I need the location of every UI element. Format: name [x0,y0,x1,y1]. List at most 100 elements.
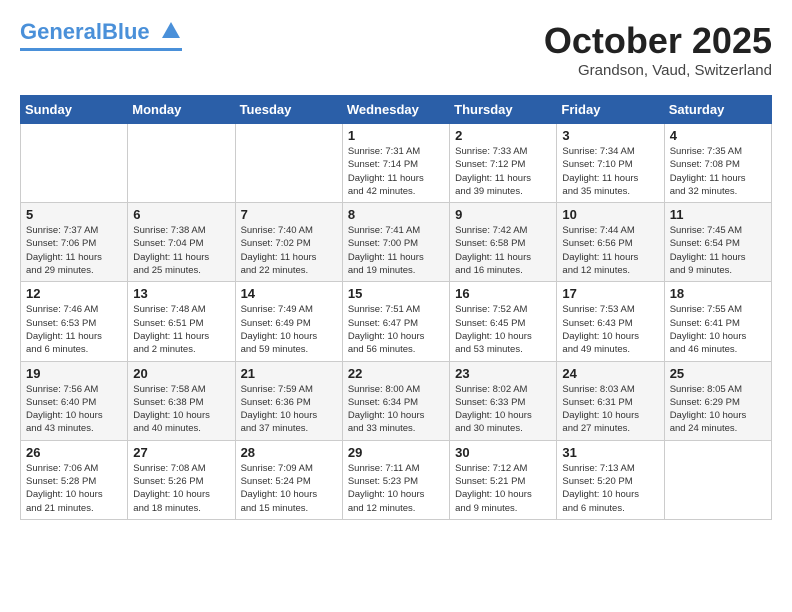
calendar-cell [21,124,128,203]
calendar-cell: 28Sunrise: 7:09 AMSunset: 5:24 PMDayligh… [235,440,342,519]
calendar-cell: 14 Sunrise: 7:49 AMSunset: 6:49 PMDayligh… [235,282,342,361]
calendar-cell: 23 Sunrise: 8:02 AMSunset: 6:33 PMDayligh… [450,361,557,440]
day-header-saturday: Saturday [664,96,771,124]
day-info: Sunrise: 7:49 AMSunset: 6:49 PMDaylight:… [241,303,337,356]
calendar-cell: 6 Sunrise: 7:38 AMSunset: 7:04 PMDaylight… [128,203,235,282]
day-info: Sunrise: 8:05 AMSunset: 6:29 PMDaylight:… [670,383,766,436]
day-number: 16 [455,286,551,301]
calendar-cell: 24Sunrise: 8:03 AMSunset: 6:31 PMDayligh… [557,361,664,440]
day-number: 21 [241,366,337,381]
calendar-cell: 8Sunrise: 7:41 AMSunset: 7:00 PMDaylight… [342,203,449,282]
day-number: 5 [26,207,122,222]
day-info: Sunrise: 7:33 AMSunset: 7:12 PMDaylight:… [455,145,551,198]
day-number: 8 [348,207,444,222]
day-header-friday: Friday [557,96,664,124]
day-number: 6 [133,207,229,222]
calendar-cell: 12Sunrise: 7:46 AMSunset: 6:53 PMDayligh… [21,282,128,361]
calendar-cell: 2 Sunrise: 7:33 AMSunset: 7:12 PMDaylight… [450,124,557,203]
day-number: 12 [26,286,122,301]
calendar-cell [128,124,235,203]
calendar-cell: 3 Sunrise: 7:34 AMSunset: 7:10 PMDaylight… [557,124,664,203]
calendar-cell: 22 Sunrise: 8:00 AMSunset: 6:34 PMDayligh… [342,361,449,440]
day-number: 20 [133,366,229,381]
logo-blue: Blue [102,19,150,44]
calendar-week-2: 5Sunrise: 7:37 AMSunset: 7:06 PMDaylight… [21,203,772,282]
day-info: Sunrise: 7:08 AMSunset: 5:26 PMDaylight:… [133,462,229,515]
day-header-thursday: Thursday [450,96,557,124]
calendar-cell: 21 Sunrise: 7:59 AMSunset: 6:36 PMDayligh… [235,361,342,440]
day-number: 13 [133,286,229,301]
day-info: Sunrise: 7:42 AMSunset: 6:58 PMDaylight:… [455,224,551,277]
day-number: 27 [133,445,229,460]
day-info: Sunrise: 7:48 AMSunset: 6:51 PMDaylight:… [133,303,229,356]
day-number: 17 [562,286,658,301]
calendar-cell: 1 Sunrise: 7:31 AMSunset: 7:14 PMDaylight… [342,124,449,203]
calendar-cell: 19 Sunrise: 7:56 AMSunset: 6:40 PMDayligh… [21,361,128,440]
day-number: 11 [670,207,766,222]
day-info: Sunrise: 7:55 AMSunset: 6:41 PMDaylight:… [670,303,766,356]
day-info: Sunrise: 7:06 AMSunset: 5:28 PMDaylight:… [26,462,122,515]
day-info: Sunrise: 7:44 AMSunset: 6:56 PMDaylight:… [562,224,658,277]
day-info: Sunrise: 7:31 AMSunset: 7:14 PMDaylight:… [348,145,444,198]
day-number: 23 [455,366,551,381]
day-info: Sunrise: 8:00 AMSunset: 6:34 PMDaylight:… [348,383,444,436]
day-header-wednesday: Wednesday [342,96,449,124]
day-number: 22 [348,366,444,381]
logo-general: General [20,19,102,44]
calendar-cell [664,440,771,519]
day-number: 30 [455,445,551,460]
day-info: Sunrise: 7:51 AMSunset: 6:47 PMDaylight:… [348,303,444,356]
calendar-cell: 27 Sunrise: 7:08 AMSunset: 5:26 PMDayligh… [128,440,235,519]
day-info: Sunrise: 7:59 AMSunset: 6:36 PMDaylight:… [241,383,337,436]
day-number: 4 [670,128,766,143]
calendar-cell: 5Sunrise: 7:37 AMSunset: 7:06 PMDaylight… [21,203,128,282]
day-number: 3 [562,128,658,143]
logo-underline [20,48,182,51]
day-header-monday: Monday [128,96,235,124]
calendar-header-row: SundayMondayTuesdayWednesdayThursdayFrid… [21,96,772,124]
calendar-cell: 29 Sunrise: 7:11 AMSunset: 5:23 PMDayligh… [342,440,449,519]
calendar-cell: 7 Sunrise: 7:40 AMSunset: 7:02 PMDaylight… [235,203,342,282]
day-info: Sunrise: 7:35 AMSunset: 7:08 PMDaylight:… [670,145,766,198]
calendar-cell: 11 Sunrise: 7:45 AMSunset: 6:54 PMDayligh… [664,203,771,282]
day-number: 26 [26,445,122,460]
day-info: Sunrise: 7:13 AMSunset: 5:20 PMDaylight:… [562,462,658,515]
calendar-cell: 15 Sunrise: 7:51 AMSunset: 6:47 PMDayligh… [342,282,449,361]
day-info: Sunrise: 8:02 AMSunset: 6:33 PMDaylight:… [455,383,551,436]
day-info: Sunrise: 7:11 AMSunset: 5:23 PMDaylight:… [348,462,444,515]
day-number: 29 [348,445,444,460]
day-number: 25 [670,366,766,381]
calendar-cell [235,124,342,203]
calendar-week-5: 26 Sunrise: 7:06 AMSunset: 5:28 PMDayligh… [21,440,772,519]
day-number: 1 [348,128,444,143]
day-info: Sunrise: 7:12 AMSunset: 5:21 PMDaylight:… [455,462,551,515]
day-info: Sunrise: 7:45 AMSunset: 6:54 PMDaylight:… [670,224,766,277]
location: Grandson, Vaud, Switzerland [544,62,772,79]
day-info: Sunrise: 7:34 AMSunset: 7:10 PMDaylight:… [562,145,658,198]
title-area: October 2025 Grandson, Vaud, Switzerland [544,20,772,79]
calendar-week-3: 12Sunrise: 7:46 AMSunset: 6:53 PMDayligh… [21,282,772,361]
day-number: 15 [348,286,444,301]
day-info: Sunrise: 7:52 AMSunset: 6:45 PMDaylight:… [455,303,551,356]
calendar-cell: 16 Sunrise: 7:52 AMSunset: 6:45 PMDayligh… [450,282,557,361]
day-number: 14 [241,286,337,301]
logo: GeneralBlue [20,20,182,51]
calendar-cell: 10Sunrise: 7:44 AMSunset: 6:56 PMDayligh… [557,203,664,282]
calendar-week-1: 1 Sunrise: 7:31 AMSunset: 7:14 PMDaylight… [21,124,772,203]
page-header: GeneralBlue October 2025 Grandson, Vaud,… [20,20,772,79]
day-number: 19 [26,366,122,381]
calendar-week-4: 19 Sunrise: 7:56 AMSunset: 6:40 PMDayligh… [21,361,772,440]
day-number: 24 [562,366,658,381]
day-number: 9 [455,207,551,222]
day-info: Sunrise: 7:40 AMSunset: 7:02 PMDaylight:… [241,224,337,277]
calendar-cell: 13 Sunrise: 7:48 AMSunset: 6:51 PMDayligh… [128,282,235,361]
day-number: 7 [241,207,337,222]
day-info: Sunrise: 7:38 AMSunset: 7:04 PMDaylight:… [133,224,229,277]
day-info: Sunrise: 7:56 AMSunset: 6:40 PMDaylight:… [26,383,122,436]
day-number: 2 [455,128,551,143]
calendar-table: SundayMondayTuesdayWednesdayThursdayFrid… [20,95,772,520]
calendar-cell: 20 Sunrise: 7:58 AMSunset: 6:38 PMDayligh… [128,361,235,440]
month-title: October 2025 [544,20,772,62]
calendar-cell: 18Sunrise: 7:55 AMSunset: 6:41 PMDayligh… [664,282,771,361]
day-info: Sunrise: 7:58 AMSunset: 6:38 PMDaylight:… [133,383,229,436]
